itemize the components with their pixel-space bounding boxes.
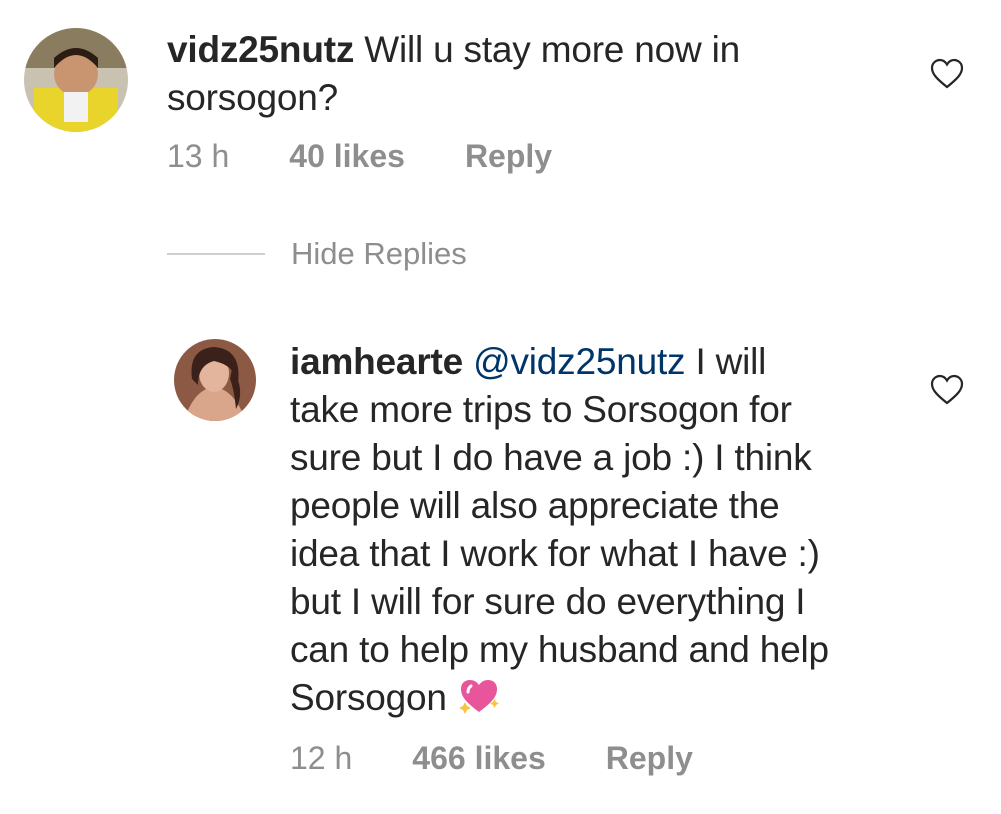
hide-replies-label: Hide Replies: [291, 236, 467, 271]
reply-line: sure but I do have a job :) I think: [290, 437, 812, 478]
reply-likes[interactable]: 466 likes: [412, 740, 545, 777]
reply-line: people will also appreciate the: [290, 485, 780, 526]
comment-username[interactable]: vidz25nutz: [167, 29, 354, 70]
reply-time: 12 h: [290, 740, 353, 776]
commenter-avatar[interactable]: [24, 28, 128, 132]
comment-likes[interactable]: 40 likes: [289, 138, 405, 175]
sparkling-heart-emoji-icon: [458, 680, 499, 714]
reply-button[interactable]: Reply: [465, 138, 552, 175]
reply-line-last: Sorsogon: [290, 674, 930, 722]
comment-meta: 13 h 40 likes Reply: [167, 138, 552, 175]
reply-username[interactable]: iamhearte: [290, 341, 463, 382]
reply-line: can to help my husband and help: [290, 629, 829, 670]
reply-body-start: I will: [695, 341, 767, 382]
user-avatar-icon: [174, 339, 256, 421]
reply-line: take more trips to Sorsogon for: [290, 389, 792, 430]
divider: [167, 253, 265, 255]
reply-line: iamhearte @vidz25nutz I will: [290, 338, 930, 386]
hide-replies-toggle[interactable]: Hide Replies: [167, 236, 467, 272]
heart-outline-icon[interactable]: [930, 374, 964, 406]
comment-text: vidz25nutz Will u stay more now in sorso…: [167, 26, 867, 122]
comment-time: 13 h: [167, 138, 230, 174]
reply-meta: 12 h 466 likes Reply: [290, 740, 693, 777]
reply-button[interactable]: Reply: [606, 740, 693, 777]
reply-line: but I will for sure do everything I: [290, 581, 806, 622]
reply-line: idea that I work for what I have :): [290, 533, 820, 574]
heart-outline-icon[interactable]: [930, 58, 964, 90]
reply-body-end: Sorsogon: [290, 677, 447, 718]
reply-text: iamhearte @vidz25nutz I will take more t…: [290, 338, 930, 722]
reply-mention[interactable]: @vidz25nutz: [473, 341, 685, 382]
user-avatar-icon: [24, 28, 128, 132]
replier-avatar[interactable]: [174, 339, 256, 421]
